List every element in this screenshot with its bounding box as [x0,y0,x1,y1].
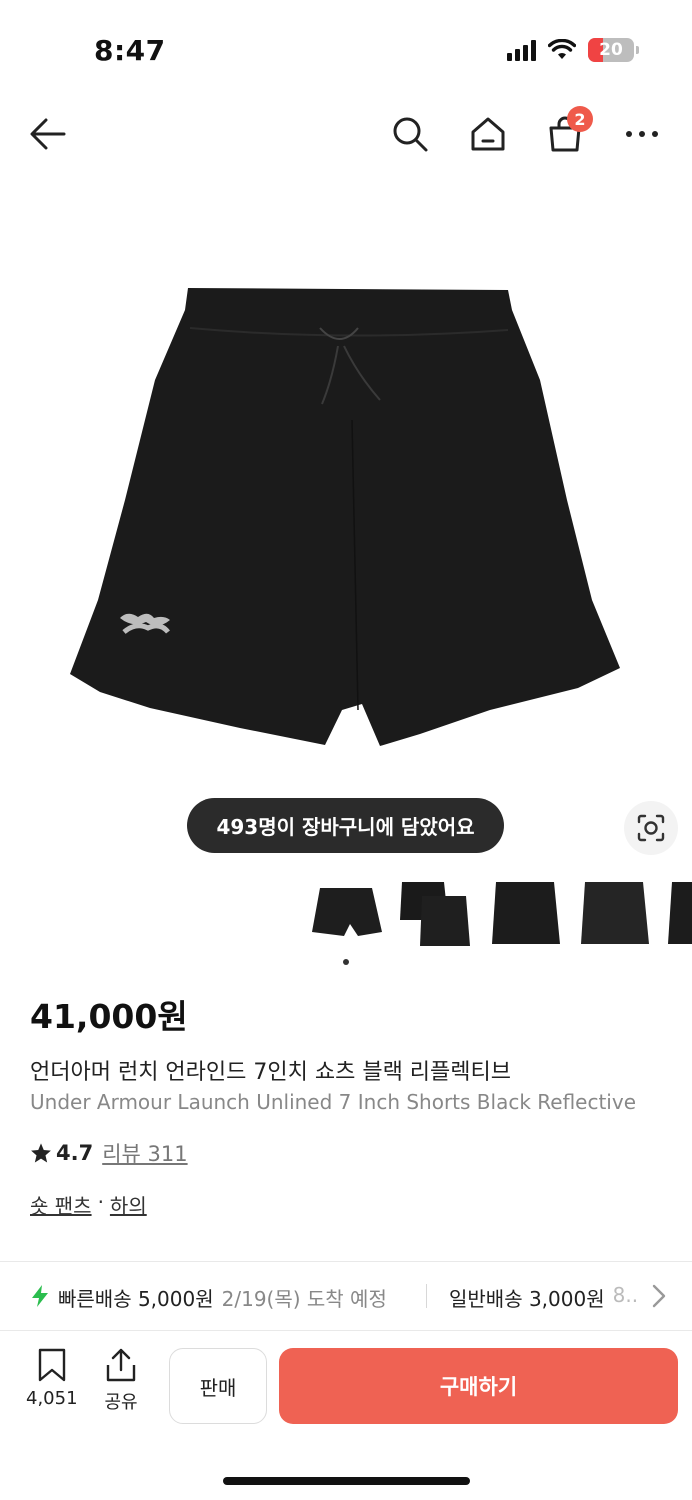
signal-icon [507,39,536,61]
bookmark-icon [38,1348,65,1382]
product-image[interactable] [40,270,640,770]
divider [0,1330,692,1331]
top-nav: 2 [0,100,692,166]
status-time: 8:47 [94,34,166,67]
rating-row: 4.7 리뷰 311 [30,1138,188,1168]
shipping-separator [426,1284,427,1308]
shipping-options[interactable]: 빠른배송 5,000원 2/19(목) 도착 예정 일반배송 3,000원 8.… [0,1262,692,1328]
cart-button[interactable]: 2 [543,106,593,156]
thumbnail-3[interactable] [488,874,564,950]
carousel-page-dot [343,959,349,965]
chevron-right-icon[interactable] [652,1284,666,1308]
fast-shipping-label: 빠른배송 5,000원 [58,1287,214,1311]
normal-shipping: 일반배송 3,000원 8... [449,1283,639,1312]
home-icon [471,117,505,151]
normal-shipping-label: 일반배송 3,000원 [449,1287,605,1311]
save-button[interactable]: 4,051 [26,1348,78,1409]
thumbnail-5[interactable] [664,874,692,950]
lens-icon [637,814,665,842]
subcategory-link[interactable]: 하의 [110,1190,147,1219]
status-bar: 8:47 20 [0,0,692,100]
category-breadcrumb: 숏 팬츠 · 하의 [30,1190,147,1219]
more-icon [626,131,658,137]
fast-shipping-date: 2/19(목) 도착 예정 [221,1287,387,1311]
cart-count-pill: 493명이 장바구니에 담았어요 [187,798,504,853]
back-button[interactable] [26,112,70,156]
lightning-icon [32,1285,48,1307]
share-label: 공유 [104,1392,138,1413]
share-icon [106,1348,136,1382]
normal-shipping-date: 8... [612,1283,639,1307]
rating-value: 4.7 [56,1141,94,1165]
product-name-korean: 언더아머 런치 언라인드 7인치 쇼츠 블랙 리플렉티브 [30,1060,511,1085]
sell-button[interactable]: 판매 [169,1348,267,1424]
search-icon [393,117,428,152]
thumbnail-4[interactable] [577,874,653,950]
battery-level: 20 [599,40,623,60]
home-button[interactable] [466,112,510,156]
review-link[interactable]: 리뷰 311 [102,1138,187,1168]
product-name-english: Under Armour Launch Unlined 7 Inch Short… [30,1090,637,1114]
star-icon [31,1143,51,1163]
back-arrow-icon [30,118,66,150]
category-separator: · [97,1190,104,1214]
status-icons: 20 [507,38,639,62]
battery-indicator: 20 [588,38,639,62]
thumbnail-strip [310,874,692,954]
home-indicator[interactable] [223,1477,470,1485]
thumbnail-2[interactable] [398,874,474,950]
wifi-icon [548,39,576,59]
share-button[interactable]: 공유 [104,1348,138,1414]
product-price: 41,000원 [30,997,188,1036]
save-count: 4,051 [26,1388,78,1409]
cart-count-badge: 2 [567,106,593,132]
bottom-action-bar: 4,051 공유 판매 구매하기 [0,1334,692,1454]
thumbnail-1[interactable] [310,874,386,950]
fast-shipping: 빠른배송 5,000원 2/19(목) 도착 예정 [58,1283,387,1312]
search-button[interactable] [388,112,432,156]
category-link[interactable]: 숏 팬츠 [30,1190,92,1219]
lens-search-button[interactable] [624,801,678,855]
more-button[interactable] [620,112,664,156]
buy-button[interactable]: 구매하기 [279,1348,678,1424]
